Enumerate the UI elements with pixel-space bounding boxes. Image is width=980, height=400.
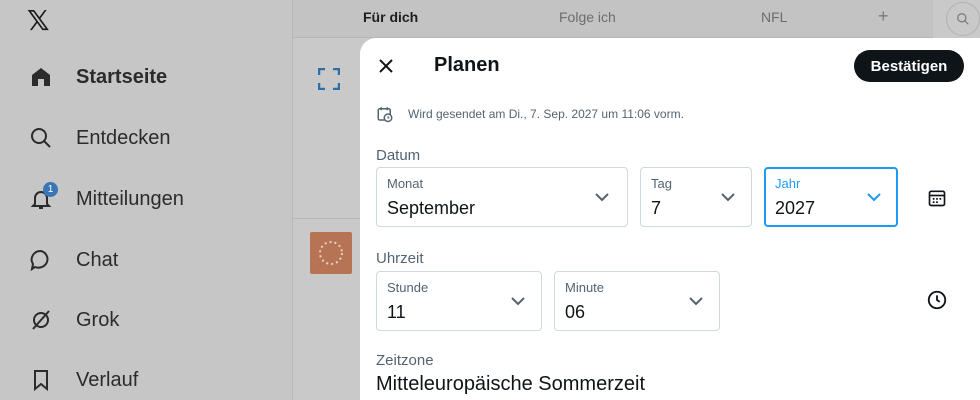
- clock-icon[interactable]: [925, 288, 949, 312]
- year-select-label: Jahr: [775, 176, 801, 191]
- add-tab-icon[interactable]: +: [878, 6, 889, 27]
- sidebar-divider: [292, 0, 293, 400]
- year-select-value: 2027: [775, 198, 816, 218]
- sidebar-item-label: Mitteilungen: [76, 187, 184, 210]
- calendar-clock-icon: [377, 107, 393, 123]
- time-label: Uhrzeit: [376, 250, 424, 267]
- avatar[interactable]: [310, 232, 352, 274]
- media-expand-icon: [317, 67, 341, 91]
- chevron-down-icon: [721, 193, 735, 202]
- close-button[interactable]: [374, 54, 398, 78]
- x-logo-icon[interactable]: 𝕏: [27, 4, 50, 37]
- grok-icon: [28, 307, 54, 333]
- month-select-label: Monat: [387, 176, 424, 191]
- chat-bubble-icon: [28, 247, 54, 273]
- sidebar: 𝕏 Startseite Entdecken 1 Mitteilungen Ch…: [0, 0, 292, 400]
- bookmark-icon: [28, 367, 54, 393]
- chevron-down-icon: [595, 193, 609, 202]
- schedule-dialog: Planen Bestätigen Wird gesendet am Di., …: [360, 38, 980, 400]
- sidebar-item-explore[interactable]: Entdecken: [28, 118, 171, 158]
- search-icon: [28, 125, 54, 151]
- minute-select-value: 06: [565, 302, 586, 322]
- close-icon: [379, 59, 393, 73]
- day-select-value: 7: [651, 198, 662, 218]
- month-select[interactable]: Monat September: [376, 167, 628, 227]
- day-select[interactable]: Tag 7: [640, 167, 752, 227]
- year-select[interactable]: Jahr 2027: [764, 167, 898, 227]
- search-button[interactable]: [946, 2, 980, 36]
- tab-for-you[interactable]: Für dich: [363, 9, 418, 25]
- chevron-down-icon: [689, 297, 703, 306]
- date-label: Datum: [376, 147, 421, 164]
- sidebar-item-label: Entdecken: [76, 126, 171, 149]
- sidebar-item-label: Verlauf: [76, 368, 139, 391]
- sidebar-item-chat[interactable]: Chat: [28, 240, 118, 280]
- hour-select[interactable]: Stunde 11: [376, 271, 542, 331]
- day-select-label: Tag: [651, 176, 672, 191]
- tab-nfl[interactable]: NFL: [761, 9, 787, 25]
- hour-select-label: Stunde: [387, 280, 429, 295]
- sidebar-item-label: Startseite: [76, 65, 168, 88]
- sidebar-item-bookmarks[interactable]: Verlauf: [28, 360, 138, 400]
- month-select-value: September: [387, 198, 476, 218]
- minute-select[interactable]: Minute 06: [554, 271, 720, 331]
- send-info: Wird gesendet am Di., 7. Sep. 2027 um 11…: [376, 105, 684, 123]
- home-icon: [28, 64, 54, 90]
- confirm-button[interactable]: Bestätigen: [854, 50, 964, 82]
- notification-badge: 1: [43, 182, 58, 197]
- send-info-text: Wird gesendet am Di., 7. Sep. 2027 um 11…: [408, 107, 684, 121]
- search-icon: [957, 13, 969, 25]
- sidebar-item-home[interactable]: Startseite: [28, 57, 167, 97]
- sidebar-item-grok[interactable]: Grok: [28, 300, 119, 340]
- chevron-down-icon: [511, 297, 525, 306]
- dialog-title: Planen: [434, 54, 500, 76]
- feed-divider: [293, 218, 360, 219]
- calendar-icon[interactable]: [925, 186, 949, 210]
- bell-icon: 1: [28, 182, 58, 212]
- hour-select-value: 11: [387, 302, 406, 322]
- timeline-tabs: Für dich Folge ich NFL +: [293, 0, 933, 38]
- chevron-down-icon: [867, 193, 881, 202]
- timezone-value: Mitteleuropäische Sommerzeit: [376, 373, 645, 395]
- sidebar-item-label: Chat: [76, 248, 119, 271]
- timezone-label: Zeitzone: [376, 352, 434, 369]
- sidebar-item-label: Grok: [76, 308, 120, 331]
- sidebar-item-notifications[interactable]: 1 Mitteilungen: [28, 179, 184, 219]
- minute-select-label: Minute: [565, 280, 605, 295]
- tab-following[interactable]: Folge ich: [559, 9, 616, 25]
